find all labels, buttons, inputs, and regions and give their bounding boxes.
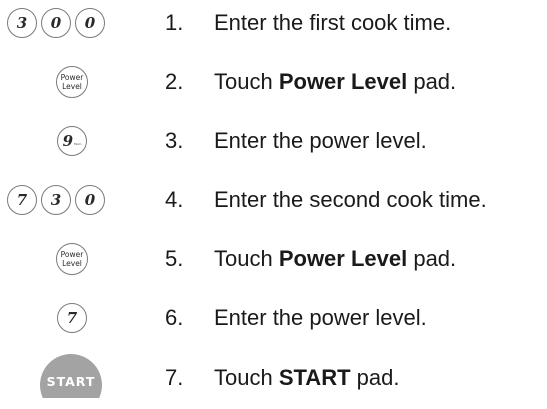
- step-number: 7.: [165, 365, 184, 390]
- step-text: Touch Power Level pad.: [214, 246, 457, 271]
- key-sequence: 7: [57, 298, 87, 338]
- step-text-bold: Power Level: [278, 246, 408, 271]
- step-text: Touch Power Level pad.: [214, 69, 457, 94]
- digit-0-key[interactable]: 0: [75, 185, 105, 215]
- power-level-key[interactable]: Power Level: [56, 243, 88, 275]
- step-number: 6.: [165, 305, 184, 330]
- key-sequence: Power Level: [56, 62, 88, 102]
- digit-7-key[interactable]: 7: [7, 185, 37, 215]
- step-text: Touch START pad.: [214, 365, 400, 390]
- step-number: 1.: [165, 10, 184, 35]
- step-2: Power Level 2. Touch Power Level pad.: [0, 62, 547, 102]
- step-number: 5.: [165, 246, 184, 271]
- step-number: 4.: [165, 187, 184, 212]
- step-text-bold: START: [278, 365, 351, 390]
- step-5: Power Level 5. Touch Power Level pad.: [0, 239, 547, 279]
- key-sequence: 3 0 0: [7, 3, 105, 43]
- step-7: START 7. Touch START pad.: [0, 354, 547, 398]
- step-6: 7 6. Enter the power level.: [0, 298, 547, 338]
- digit-9-key[interactable]: 9 Mom: [57, 126, 87, 156]
- digit-3-key[interactable]: 3: [41, 185, 71, 215]
- digit-0-key[interactable]: 0: [75, 8, 105, 38]
- instruction-steps: 3 0 0 1. Enter the first cook time. Powe…: [0, 0, 547, 409]
- step-number: 3.: [165, 128, 184, 153]
- step-4: 7 3 0 4. Enter the second cook time.: [0, 180, 547, 220]
- power-level-key[interactable]: Power Level: [56, 66, 88, 98]
- digit-7-key[interactable]: 7: [57, 303, 87, 333]
- digit-3-key[interactable]: 3: [7, 8, 37, 38]
- key-sequence: 7 3 0: [7, 180, 105, 220]
- step-text-bold: Power Level: [278, 69, 408, 94]
- start-button-label: START: [46, 374, 96, 389]
- digit-0-key[interactable]: 0: [41, 8, 71, 38]
- step-1: 3 0 0 1. Enter the first cook time.: [0, 3, 547, 43]
- step-text: Enter the power level.: [214, 128, 427, 153]
- step-text: Enter the first cook time.: [214, 10, 452, 35]
- key-sequence: 9 Mom: [57, 121, 87, 161]
- step-text: Enter the power level.: [214, 305, 427, 330]
- step-number: 2.: [165, 69, 184, 94]
- step-text: Enter the second cook time.: [214, 187, 487, 212]
- start-button[interactable]: START: [40, 354, 102, 398]
- step-3: 9 Mom 3. Enter the power level.: [0, 121, 547, 161]
- key-sequence: Power Level: [56, 239, 88, 279]
